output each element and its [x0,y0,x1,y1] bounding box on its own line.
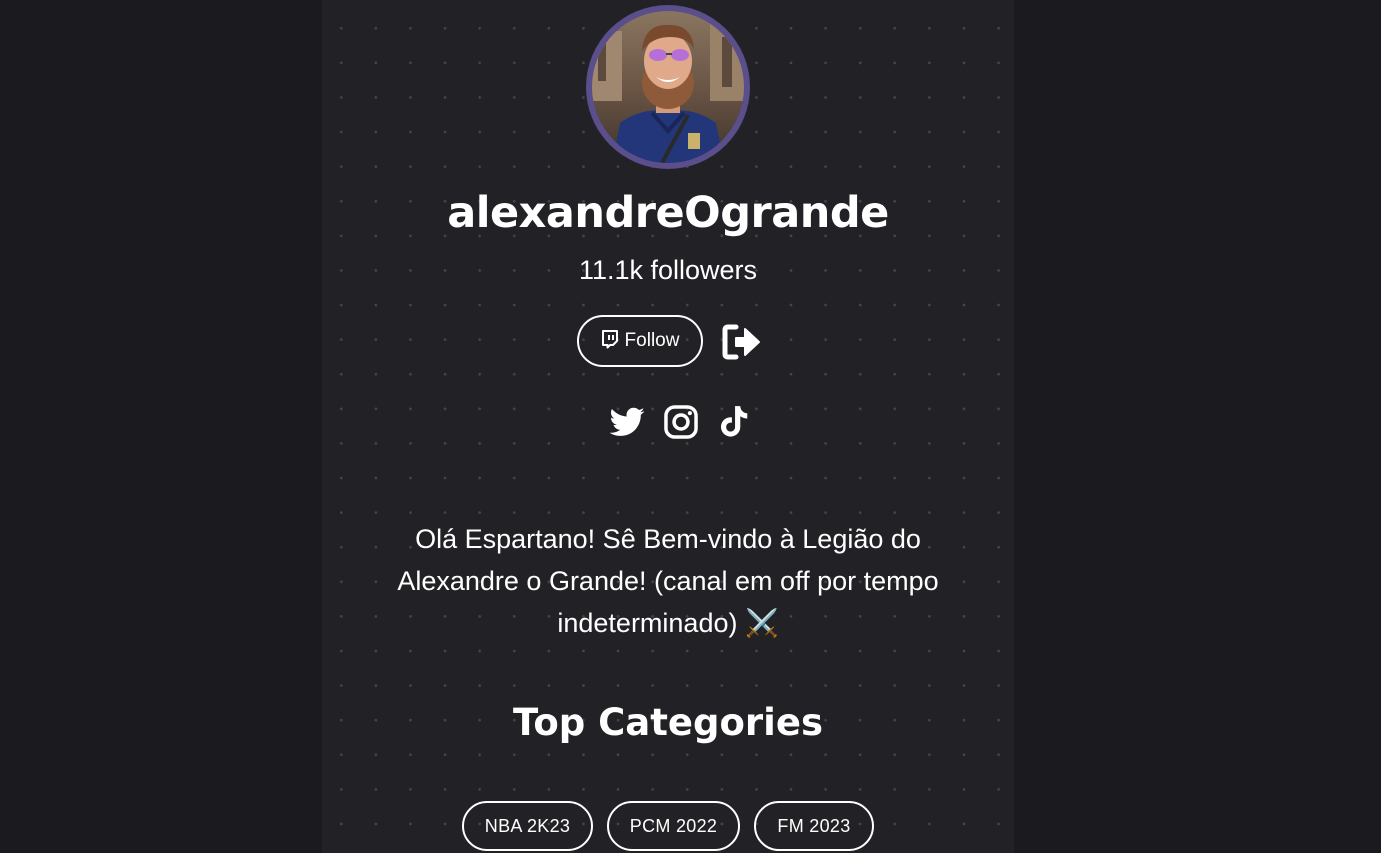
twitter-icon[interactable] [608,403,646,441]
follower-count: 11.1k followers [578,255,758,285]
profile-bio: Olá Espartano! Sê Bem-vindo à Legião do … [397,524,939,638]
follow-button-label: Follow [624,330,680,351]
avatar-photo [592,11,744,163]
category-chip[interactable]: FM 2023 [754,801,874,851]
profile-page: alexandreOgrande 11.1k followers Follow [0,0,1381,853]
avatar [586,5,750,169]
tiktok-icon[interactable] [714,403,752,441]
username: alexandreOgrande [447,188,889,238]
twitch-icon [601,329,619,353]
top-categories-title: Top Categories [513,701,823,744]
instagram-icon[interactable] [662,403,700,441]
follow-button[interactable]: Follow [577,315,703,367]
category-chip[interactable]: NBA 2K23 [462,801,593,851]
category-chip[interactable]: PCM 2022 [607,801,740,851]
sign-out-icon[interactable] [722,323,762,361]
